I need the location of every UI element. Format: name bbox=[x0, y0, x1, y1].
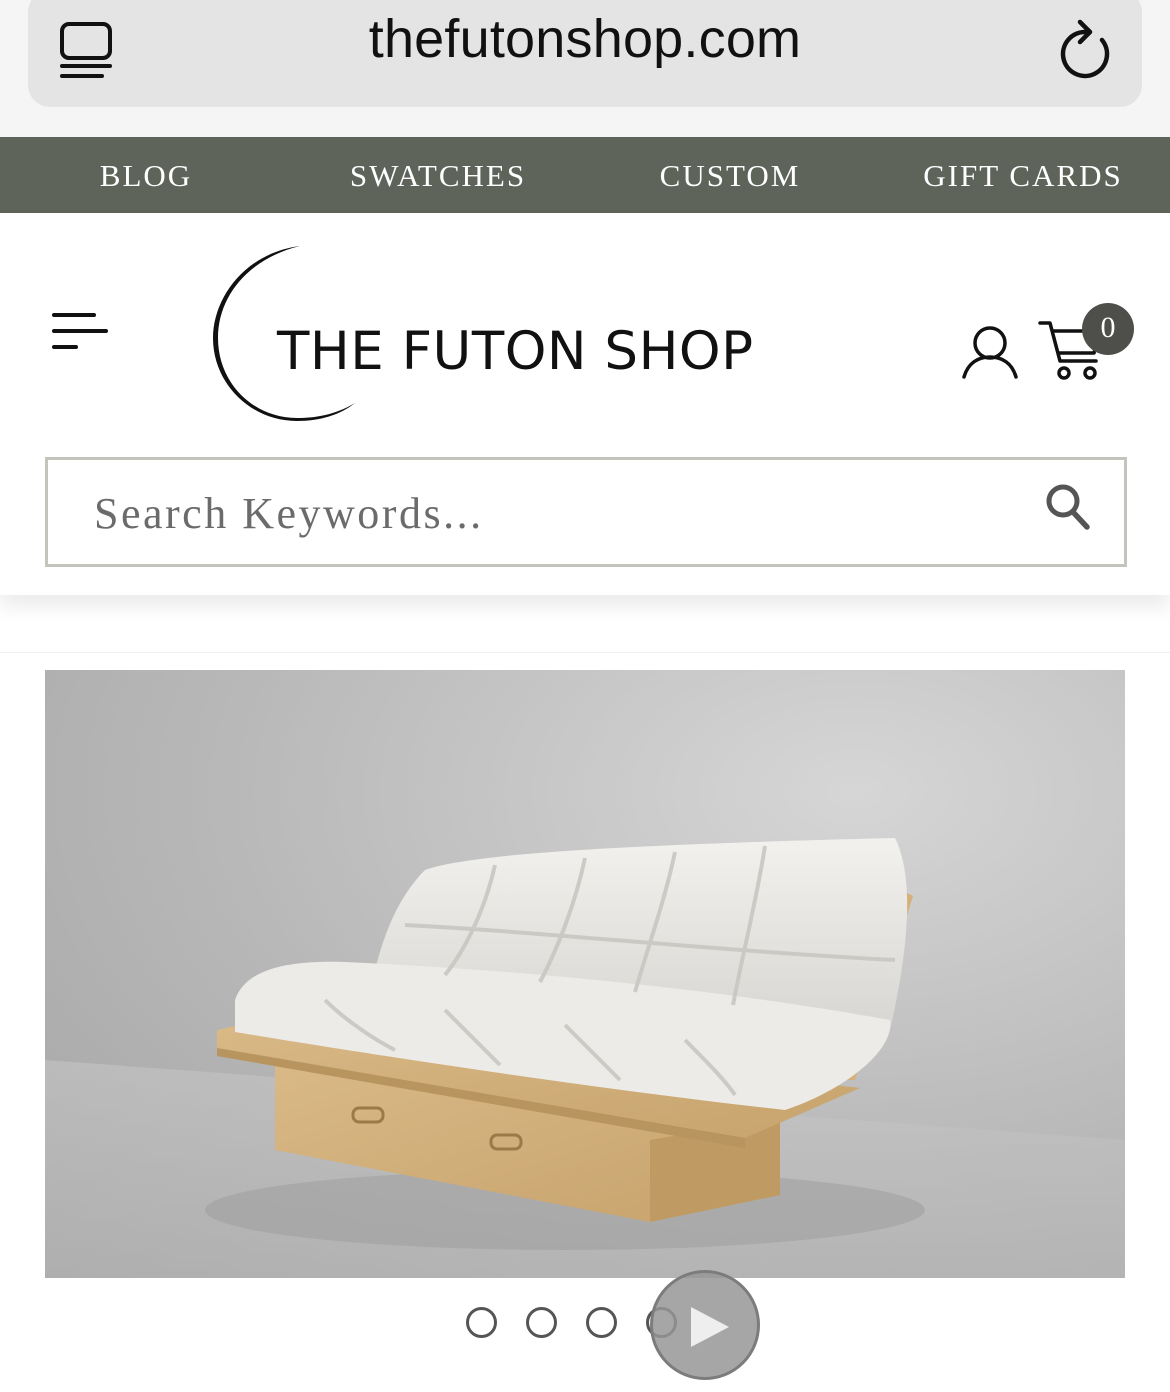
hero-image[interactable] bbox=[45, 670, 1125, 1278]
carousel-dot-3[interactable] bbox=[586, 1307, 617, 1338]
search-icon[interactable] bbox=[1044, 482, 1092, 532]
search-input[interactable] bbox=[92, 460, 996, 566]
top-nav-bar: BLOG SWATCHES CUSTOM GIFT CARDS bbox=[0, 137, 1170, 213]
hamburger-menu-icon[interactable] bbox=[52, 311, 110, 355]
search-bar bbox=[45, 457, 1127, 567]
site-logo[interactable]: THE FUTON SHOP bbox=[205, 243, 765, 423]
site-header: THE FUTON SHOP 0 bbox=[0, 213, 1170, 595]
browser-toolbar: thefutonshop.com bbox=[0, 0, 1170, 137]
user-icon[interactable] bbox=[960, 323, 1020, 383]
carousel-play-button[interactable] bbox=[650, 1270, 760, 1380]
logo-text: THE FUTON SHOP bbox=[277, 321, 754, 382]
nav-item-custom[interactable]: CUSTOM bbox=[660, 137, 801, 213]
nav-item-swatches[interactable]: SWATCHES bbox=[350, 137, 526, 213]
tabs-icon[interactable] bbox=[58, 20, 116, 82]
reload-icon[interactable] bbox=[1056, 18, 1116, 82]
nav-item-blog[interactable]: BLOG bbox=[100, 137, 192, 213]
address-bar[interactable]: thefutonshop.com bbox=[28, 0, 1142, 107]
url-text[interactable]: thefutonshop.com bbox=[28, 8, 1142, 70]
section-divider bbox=[0, 652, 1170, 653]
play-icon bbox=[691, 1307, 729, 1347]
carousel-dot-1[interactable] bbox=[466, 1307, 497, 1338]
futon-sofa-image bbox=[45, 838, 1125, 1278]
nav-item-gift-cards[interactable]: GIFT CARDS bbox=[923, 137, 1122, 213]
cart-count-badge: 0 bbox=[1082, 303, 1134, 355]
carousel-dot-2[interactable] bbox=[526, 1307, 557, 1338]
